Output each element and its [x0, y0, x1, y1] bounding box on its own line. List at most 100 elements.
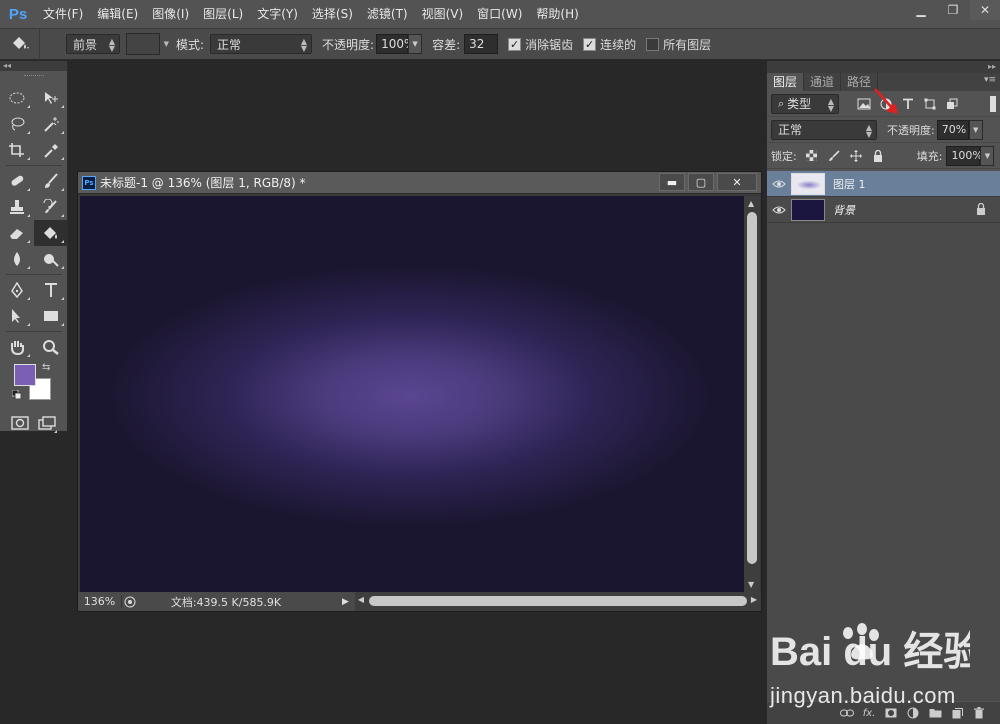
doc-maximize-button[interactable]: ▢: [688, 173, 714, 191]
menu-select[interactable]: 选择(S): [305, 0, 360, 28]
menu-help[interactable]: 帮助(H): [529, 0, 585, 28]
scroll-up-icon[interactable]: ▲: [748, 199, 754, 208]
scroll-left-icon[interactable]: ◀: [358, 595, 364, 604]
lock-pixels-button[interactable]: [823, 145, 845, 167]
panel-menu-icon[interactable]: ▾≡: [984, 75, 996, 85]
antialias-checkbox[interactable]: ✓: [508, 37, 522, 51]
blur-tool[interactable]: [0, 246, 34, 272]
trash-icon[interactable]: [968, 704, 990, 722]
lock-position-button[interactable]: [845, 145, 867, 167]
fill-source-select[interactable]: 前景 ▲ ▼: [66, 34, 120, 54]
menu-filter[interactable]: 滤镜(T): [360, 0, 415, 28]
lasso-tool[interactable]: [0, 111, 34, 137]
vertical-scrollbar[interactable]: ▲ ▼: [744, 196, 760, 592]
hand-tool[interactable]: [0, 334, 34, 360]
layer-row-background[interactable]: 背景: [767, 197, 1000, 223]
layer-opacity-input[interactable]: 70%: [936, 119, 969, 140]
horizontal-scroll-thumb[interactable]: [368, 596, 747, 606]
scroll-right-icon[interactable]: ▶: [751, 595, 757, 604]
tab-layers[interactable]: 图层: [767, 73, 805, 91]
menu-view[interactable]: 视图(V): [415, 0, 471, 28]
lock-icon: [873, 149, 882, 162]
foreground-color-swatch[interactable]: [14, 364, 36, 386]
menu-edit[interactable]: 编辑(E): [90, 0, 145, 28]
type-tool[interactable]: [34, 277, 68, 303]
paint-bucket-preset-picker[interactable]: [0, 28, 40, 60]
layer-thumbnail[interactable]: [791, 172, 825, 195]
paint-bucket-tool[interactable]: [34, 220, 68, 246]
scroll-down-icon[interactable]: ▼: [748, 580, 754, 589]
filter-shape-button[interactable]: [919, 93, 941, 115]
layer-opacity-dropdown[interactable]: ▼: [968, 119, 983, 140]
folder-icon[interactable]: [924, 704, 946, 722]
screen-mode-button[interactable]: [34, 410, 62, 436]
mode-select[interactable]: 正常 ▲ ▼: [210, 34, 313, 54]
tab-channels[interactable]: 通道: [804, 73, 842, 91]
quick-mask-button[interactable]: [6, 410, 34, 436]
opacity-dropdown[interactable]: ▼: [408, 34, 423, 54]
crop-tool[interactable]: [0, 137, 34, 163]
tolerance-input[interactable]: 32: [464, 34, 499, 54]
visibility-eye-icon[interactable]: [767, 205, 791, 215]
opacity-input[interactable]: 100%: [376, 34, 415, 54]
layer-name[interactable]: 图层 1: [833, 176, 866, 192]
tools-collapse-button[interactable]: ◂◂: [0, 61, 67, 71]
document-title-bar[interactable]: Ps 未标题-1 @ 136% (图层 1, RGB/8) * ▬ ▢ ✕: [78, 172, 761, 194]
eyedropper-tool[interactable]: [34, 137, 68, 163]
image-canvas[interactable]: [80, 196, 744, 592]
pen-tool[interactable]: [0, 277, 34, 303]
all-layers-checkbox[interactable]: ✓: [646, 37, 660, 51]
fill-dropdown[interactable]: ▼: [980, 145, 995, 166]
clone-stamp-tool[interactable]: [0, 194, 34, 220]
adjustment-icon[interactable]: [902, 704, 924, 722]
close-button[interactable]: ✕: [970, 0, 1000, 20]
zoom-level[interactable]: 136%: [78, 595, 122, 608]
layer-thumbnail[interactable]: [791, 198, 825, 221]
fx-icon[interactable]: fx.: [858, 704, 880, 722]
default-colors-icon[interactable]: [12, 390, 21, 399]
restore-button[interactable]: ❐: [938, 0, 968, 20]
healing-brush-tool[interactable]: [0, 168, 34, 194]
status-menu-arrow-icon[interactable]: ▶: [342, 597, 349, 607]
mask-icon[interactable]: [880, 704, 902, 722]
dodge-tool[interactable]: [34, 246, 68, 272]
elliptical-marquee-tool[interactable]: [0, 85, 34, 111]
horizontal-scrollbar[interactable]: ◀ ▶: [354, 592, 761, 611]
filter-smart-object-button[interactable]: [941, 93, 963, 115]
move-tool[interactable]: [34, 85, 68, 111]
menu-window[interactable]: 窗口(W): [470, 0, 529, 28]
history-brush-tool[interactable]: [34, 194, 68, 220]
layer-name[interactable]: 背景: [833, 202, 855, 218]
fill-input[interactable]: 100%: [946, 145, 983, 166]
tools-grip[interactable]: [0, 71, 67, 81]
layer-row-layer1[interactable]: 图层 1: [767, 171, 1000, 197]
swap-colors-icon[interactable]: ⇆: [42, 362, 50, 373]
minimize-button[interactable]: ▁: [906, 0, 936, 20]
rectangle-tool[interactable]: [34, 303, 68, 329]
menu-image[interactable]: 图像(I): [145, 0, 196, 28]
panel-collapse-button[interactable]: ▸▸: [767, 61, 1000, 73]
magic-wand-tool[interactable]: [34, 111, 68, 137]
new-layer-icon[interactable]: [946, 704, 968, 722]
doc-close-button[interactable]: ✕: [717, 173, 757, 191]
vertical-scroll-thumb[interactable]: [747, 212, 757, 564]
menu-layer[interactable]: 图层(L): [196, 0, 250, 28]
blend-mode-select[interactable]: 正常 ▲ ▼: [771, 119, 877, 140]
doc-minimize-button[interactable]: ▬: [659, 173, 685, 191]
pattern-picker[interactable]: ▼: [126, 33, 169, 55]
eraser-tool[interactable]: [0, 220, 34, 246]
menu-type[interactable]: 文字(Y): [250, 0, 305, 28]
link-icon[interactable]: [836, 704, 858, 722]
chevron-down-icon: ▼: [984, 151, 991, 160]
path-selection-tool[interactable]: [0, 303, 34, 329]
status-info-icon[interactable]: [122, 594, 138, 610]
zoom-tool[interactable]: [34, 334, 68, 360]
layer-filter-select[interactable]: ⌕ 类型 ▲ ▼: [771, 93, 839, 114]
filter-toggle-switch[interactable]: [990, 96, 996, 112]
lock-transparent-button[interactable]: [801, 145, 823, 167]
contiguous-checkbox[interactable]: ✓: [583, 37, 597, 51]
lock-all-button[interactable]: [867, 145, 889, 167]
visibility-eye-icon[interactable]: [767, 179, 791, 189]
menu-file[interactable]: 文件(F): [36, 0, 90, 28]
brush-tool[interactable]: [34, 168, 68, 194]
